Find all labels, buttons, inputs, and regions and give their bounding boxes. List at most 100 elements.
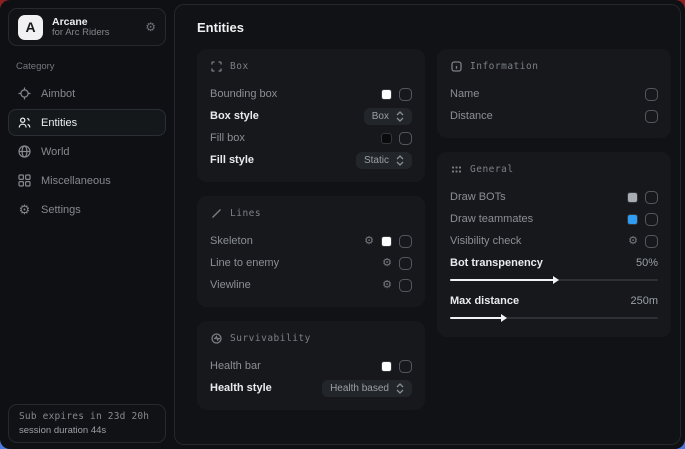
category-label: Category <box>16 61 166 72</box>
bot-transparency-row: Bot transpenency 50% <box>450 252 658 274</box>
bot-transparency-slider[interactable] <box>450 274 658 286</box>
row-label: Distance <box>450 110 645 122</box>
info-icon <box>450 60 462 72</box>
line-to-enemy-row: Line to enemy ⚙ <box>210 252 412 274</box>
brand-card: A Arcane for Arc Riders ⚙ <box>8 8 166 46</box>
select-value: Health based <box>330 383 389 394</box>
health-style-row: Health style Health based <box>210 377 412 399</box>
brand-text: Arcane for Arc Riders <box>52 16 136 39</box>
max-distance-value: 250m <box>630 295 658 307</box>
survivability-panel: Survivability Health bar Health style He… <box>197 321 425 410</box>
row-label: Max distance <box>450 295 630 307</box>
row-label: Line to enemy <box>210 257 382 269</box>
chevron-up-down-icon <box>396 383 404 394</box>
lines-panel-header: Lines <box>210 207 412 219</box>
draw-bots-row: Draw BOTs <box>450 186 658 208</box>
select-value: Box <box>372 111 389 122</box>
slider-thumb[interactable] <box>553 276 559 284</box>
row-label: Visibility check <box>450 235 628 247</box>
slider-thumb[interactable] <box>501 314 507 322</box>
globe-icon <box>18 145 31 158</box>
chevron-up-down-icon <box>396 155 404 166</box>
page-title: Entities <box>197 20 680 35</box>
sidebar-item-world[interactable]: World <box>8 138 166 165</box>
visibility-check-row: Visibility check ⚙ <box>450 230 658 252</box>
visibility-check-checkbox[interactable] <box>645 235 658 248</box>
information-panel-header: Information <box>450 60 658 72</box>
color-swatch[interactable] <box>627 192 638 203</box>
viewline-row: Viewline ⚙ <box>210 274 412 296</box>
max-distance-row: Max distance 250m <box>450 290 658 312</box>
row-label: Draw BOTs <box>450 191 627 203</box>
row-label: Box style <box>210 110 364 122</box>
row-label: Health style <box>210 382 322 394</box>
session-duration-text: session duration 44s <box>19 425 155 436</box>
gear-icon[interactable]: ⚙ <box>364 236 374 247</box>
box-panel-header: Box <box>210 60 412 72</box>
sidebar-item-label: World <box>41 146 70 158</box>
survivability-panel-header: Survivability <box>210 332 412 344</box>
select-value: Static <box>364 155 389 166</box>
brand-name: Arcane <box>52 16 136 28</box>
name-row: Name <box>450 83 658 105</box>
draw-bots-checkbox[interactable] <box>645 191 658 204</box>
subscription-card: Sub expires in 23d 20h session duration … <box>8 404 166 443</box>
panel-columns: Box Bounding box Box style Box <box>197 49 667 410</box>
draw-teammates-checkbox[interactable] <box>645 213 658 226</box>
row-label: Name <box>450 88 645 100</box>
health-bar-checkbox[interactable] <box>399 360 412 373</box>
row-label: Bot transpenency <box>450 257 636 269</box>
distance-checkbox[interactable] <box>645 110 658 123</box>
sidebar: A Arcane for Arc Riders ⚙ Category Aimbo… <box>0 0 174 449</box>
distance-row: Distance <box>450 105 658 127</box>
row-label: Health bar <box>210 360 381 372</box>
sidebar-item-settings[interactable]: ⚙ Settings <box>8 196 166 223</box>
gear-icon[interactable]: ⚙ <box>382 258 392 269</box>
sidebar-item-label: Settings <box>41 204 81 216</box>
brand-logo: A <box>18 15 43 40</box>
health-bar-row: Health bar <box>210 355 412 377</box>
sidebar-item-aimbot[interactable]: Aimbot <box>8 80 166 107</box>
general-panel-header: General <box>450 163 658 175</box>
information-panel: Information Name Distance <box>437 49 671 138</box>
row-label: Bounding box <box>210 88 381 100</box>
row-label: Fill style <box>210 154 356 166</box>
crosshair-icon <box>18 87 31 100</box>
fill-box-row: Fill box <box>210 127 412 149</box>
right-column: Information Name Distance <box>437 49 671 337</box>
panel-title: General <box>470 164 514 175</box>
gear-icon[interactable]: ⚙ <box>382 280 392 291</box>
box-panel: Box Bounding box Box style Box <box>197 49 425 182</box>
viewline-checkbox[interactable] <box>399 279 412 292</box>
slider-track[interactable] <box>450 279 658 281</box>
chevron-up-down-icon <box>396 111 404 122</box>
bounding-box-checkbox[interactable] <box>399 88 412 101</box>
sidebar-item-entities[interactable]: Entities <box>8 109 166 136</box>
draw-teammates-row: Draw teammates <box>450 208 658 230</box>
color-swatch[interactable] <box>627 214 638 225</box>
slider-track[interactable] <box>450 317 658 319</box>
name-checkbox[interactable] <box>645 88 658 101</box>
color-swatch[interactable] <box>381 133 392 144</box>
fill-box-checkbox[interactable] <box>399 132 412 145</box>
slider-fill <box>450 317 502 319</box>
color-swatch[interactable] <box>381 361 392 372</box>
sidebar-item-label: Aimbot <box>41 88 75 100</box>
color-swatch[interactable] <box>381 236 392 247</box>
bounding-box-row: Bounding box <box>210 83 412 105</box>
panel-title: Lines <box>230 208 261 219</box>
box-style-select[interactable]: Box <box>364 108 412 125</box>
color-swatch[interactable] <box>381 89 392 100</box>
max-distance-slider[interactable] <box>450 312 658 324</box>
panel-title: Survivability <box>230 333 311 344</box>
main-content: Entities Box Bounding box <box>174 4 681 445</box>
fill-style-select[interactable]: Static <box>356 152 412 169</box>
health-style-select[interactable]: Health based <box>322 380 412 397</box>
settings-gear-icon[interactable]: ⚙ <box>145 20 156 34</box>
line-to-enemy-checkbox[interactable] <box>399 257 412 270</box>
gear-icon[interactable]: ⚙ <box>628 236 638 247</box>
row-label: Draw teammates <box>450 213 627 225</box>
skeleton-checkbox[interactable] <box>399 235 412 248</box>
sidebar-item-miscellaneous[interactable]: Miscellaneous <box>8 167 166 194</box>
brand-subtitle: for Arc Riders <box>52 28 136 39</box>
